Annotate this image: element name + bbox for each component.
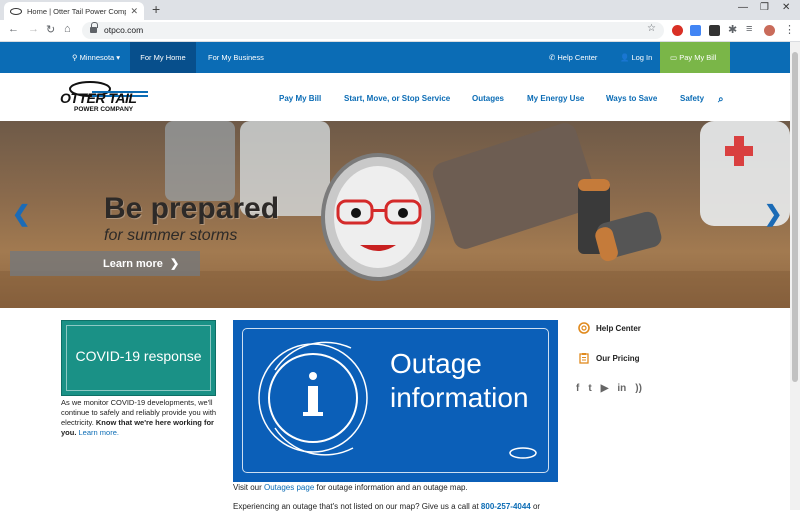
hero-subheadline: for summer storms [104, 227, 238, 244]
nav-ways-to-save[interactable]: Ways to Save [606, 94, 657, 103]
close-icon[interactable]: ✕ [130, 6, 138, 17]
home-icon[interactable]: ⌂ [64, 23, 71, 35]
reload-icon[interactable]: ↻ [46, 23, 55, 36]
site-header: OTTER TAIL POWER COMPANY Pay My Bill Sta… [0, 73, 790, 121]
covid-title: COVID-19 response [75, 348, 202, 364]
puzzle-icon[interactable]: ✱ [728, 23, 737, 36]
hero-banner: ❮ ❯ Be prepared for summer storms Learn … [0, 121, 790, 308]
address-bar[interactable]: otpco.com ☆ [82, 22, 664, 39]
browser-toolbar: ← → ↻ ⌂ otpco.com ☆ ✱ ≡ ⋮ [0, 20, 800, 42]
bookmark-star-icon[interactable]: ☆ [647, 23, 656, 34]
youtube-icon[interactable]: ▶ [601, 383, 609, 394]
nav-safety[interactable]: Safety [680, 94, 704, 103]
outage-information-card[interactable]: Outage information [233, 320, 558, 482]
url-text: otpco.com [104, 25, 144, 35]
clipboard-icon [579, 353, 589, 364]
sidebar-our-pricing-link[interactable]: Our Pricing [578, 352, 640, 364]
info-icon [258, 341, 368, 456]
outage-title-line2: information [390, 382, 529, 413]
covid-learn-more-link[interactable]: Learn more. [79, 428, 119, 437]
pay-my-bill-button[interactable]: ▭ Pay My Bill [660, 42, 730, 73]
outages-page-link[interactable]: Outages page [264, 483, 314, 492]
translate-icon[interactable] [690, 25, 701, 36]
location-pin-icon: ⚲ [72, 53, 78, 62]
extension-icon[interactable] [672, 25, 683, 36]
state-selector[interactable]: ⚲ Minnesota ▾ [72, 42, 120, 73]
new-tab-icon[interactable]: + [152, 1, 160, 17]
tab-for-my-home[interactable]: For My Home [130, 42, 196, 73]
minimize-icon[interactable]: — [738, 2, 748, 13]
nav-outages[interactable]: Outages [472, 94, 504, 103]
forward-icon[interactable]: → [28, 23, 39, 35]
scrollbar-thumb[interactable] [792, 52, 798, 382]
browser-tab-strip: Home | Otter Tail Power Company ✕ + — ❐ … [0, 0, 800, 20]
twitter-icon[interactable]: t [588, 383, 591, 394]
restore-icon[interactable]: ❐ [760, 2, 769, 13]
back-icon[interactable]: ← [8, 23, 19, 35]
rss-icon[interactable]: )) [635, 383, 642, 394]
covid-description: As we monitor COVID-19 developments, we'… [61, 398, 217, 437]
menu-dots-icon[interactable]: ⋮ [784, 23, 795, 36]
carousel-next-icon[interactable]: ❯ [764, 201, 782, 227]
log-in-link[interactable]: 👤 Log In [620, 42, 652, 73]
learn-more-button[interactable]: Learn more ❯ [10, 251, 200, 276]
user-icon: 👤 [620, 53, 630, 62]
caret-down-icon: ▾ [116, 53, 121, 62]
outage-title-line1: Outage [390, 348, 482, 379]
help-center-link[interactable]: ✆ Help Center [549, 42, 597, 73]
lock-icon [90, 22, 98, 33]
avatar[interactable] [764, 25, 775, 36]
extension-icon[interactable] [709, 25, 720, 36]
phone-icon: ✆ [549, 53, 556, 62]
tab-for-my-business[interactable]: For My Business [208, 42, 264, 73]
logo-text: OTTER TAIL [60, 90, 137, 106]
close-window-icon[interactable]: ✕ [782, 2, 790, 13]
hero-headline: Be prepared [104, 192, 280, 225]
otter-tail-logo[interactable]: OTTER TAIL POWER COMPANY [60, 80, 152, 114]
otter-tail-mark-icon [509, 447, 537, 459]
search-icon[interactable]: ⌕ [718, 94, 724, 105]
browser-tab[interactable]: Home | Otter Tail Power Company ✕ [4, 2, 144, 20]
sidebar-help-center-link[interactable]: Help Center [578, 322, 641, 334]
site-favicon-icon [10, 7, 22, 15]
nav-my-energy-use[interactable]: My Energy Use [527, 94, 584, 103]
facebook-icon[interactable]: f [576, 383, 579, 394]
linkedin-icon[interactable]: in [617, 383, 626, 394]
social-links: f t ▶ in )) [576, 383, 642, 394]
utility-bar: ⚲ Minnesota ▾ For My Home For My Busines… [0, 42, 790, 73]
card-icon: ▭ [670, 53, 678, 62]
lifebuoy-icon [578, 322, 590, 334]
tab-title: Home | Otter Tail Power Company [27, 6, 127, 16]
outage-visit-text: Visit our Outages page for outage inform… [233, 483, 468, 492]
carousel-prev-icon[interactable]: ❮ [12, 201, 30, 227]
covid-response-card[interactable]: COVID-19 response [61, 320, 216, 396]
reading-list-icon[interactable]: ≡ [746, 23, 752, 35]
nav-pay-my-bill[interactable]: Pay My Bill [279, 94, 321, 103]
chevron-right-icon: ❯ [169, 258, 180, 270]
logo-subtext: POWER COMPANY [74, 106, 134, 113]
nav-start-move-stop[interactable]: Start, Move, or Stop Service [344, 94, 450, 103]
